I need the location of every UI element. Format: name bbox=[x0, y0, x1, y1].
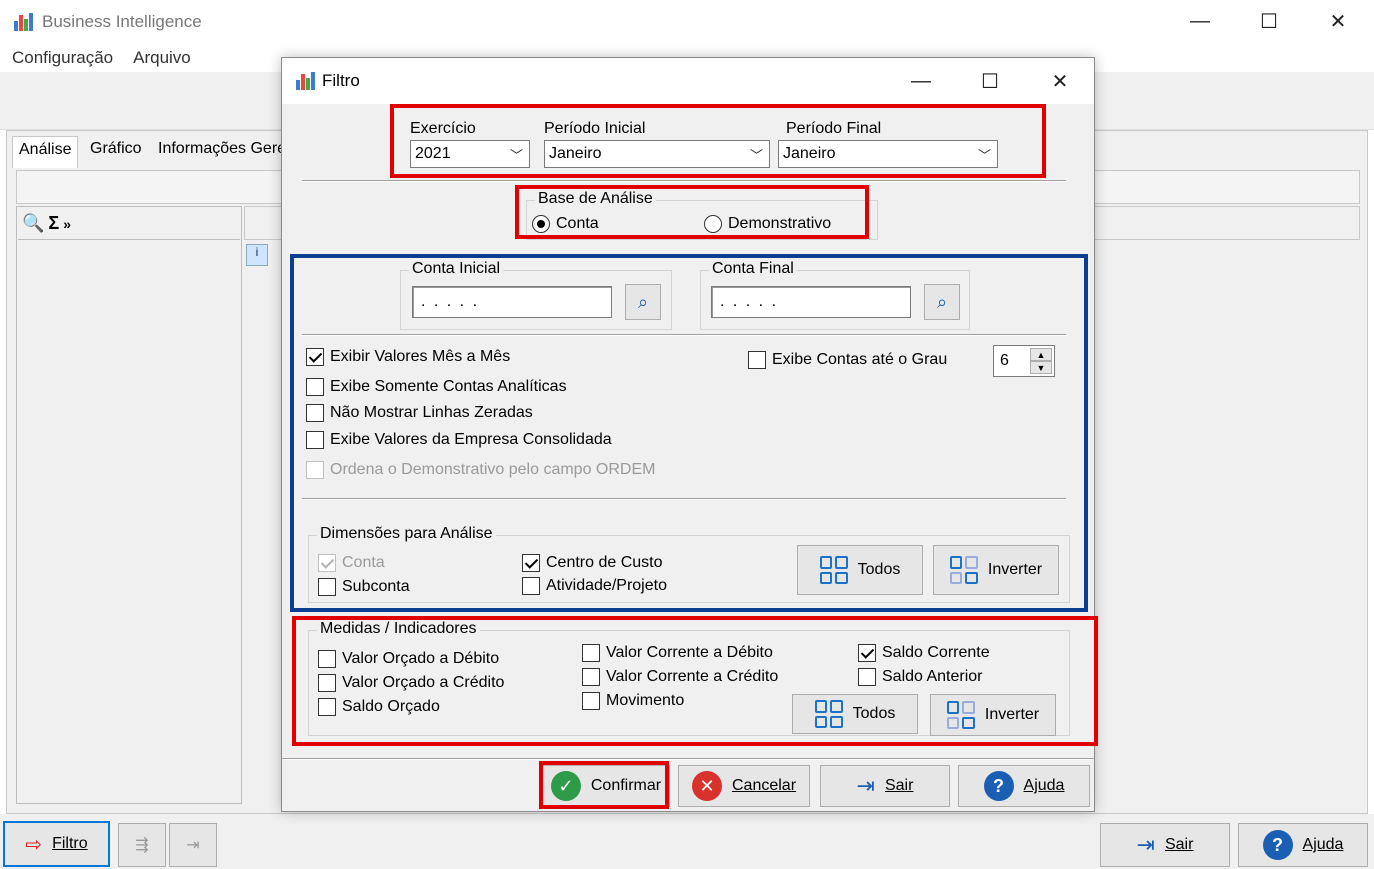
conta-final-input[interactable]: . . . . . bbox=[711, 286, 911, 318]
dimensoes-todos-button[interactable]: Todos bbox=[797, 545, 923, 595]
spin-up-icon[interactable]: ▲ bbox=[1030, 348, 1052, 361]
chk-ordena-demonstrativo: Ordena o Demonstrativo pelo campo ORDEM bbox=[306, 461, 655, 479]
divider bbox=[302, 180, 1066, 182]
select-all-icon bbox=[819, 556, 848, 584]
tab-informacoes[interactable]: Informações Gere bbox=[152, 136, 282, 166]
dialog-minimize-icon[interactable]: — bbox=[901, 66, 941, 96]
medidas-title: Medidas / Indicadores bbox=[317, 620, 480, 638]
medidas-todos-button[interactable]: Todos bbox=[792, 694, 918, 734]
chk-saldo-orcado[interactable]: Saldo Orçado bbox=[318, 698, 440, 716]
next-icon[interactable]: ⇥ bbox=[169, 823, 217, 867]
filtro-dialog: Filtro — ☐ ✕ Exercício 2021 ﹀ Período Ini… bbox=[281, 57, 1098, 812]
dialog-title: Filtro bbox=[322, 71, 360, 90]
grau-stepper[interactable]: 6 ▲ ▼ bbox=[993, 345, 1055, 377]
maximize-icon[interactable]: ☐ bbox=[1249, 6, 1289, 36]
tab-analise[interactable]: Análise bbox=[12, 136, 79, 168]
chk-dim-subconta[interactable]: Subconta bbox=[318, 578, 410, 596]
chk-saldo-anterior[interactable]: Saldo Anterior bbox=[858, 668, 983, 686]
app-title: Business Intelligence bbox=[42, 12, 202, 31]
exit-door-icon: ⇥ bbox=[856, 773, 875, 798]
chk-valor-corrente-debito[interactable]: Valor Corrente a Débito bbox=[582, 644, 773, 662]
dialog-sair-button[interactable]: ⇥ Sair bbox=[820, 765, 950, 807]
periodo-inicial-select[interactable]: Janeiro ﹀ bbox=[544, 140, 770, 168]
chk-contas-analiticas[interactable]: Exibe Somente Contas Analíticas bbox=[306, 378, 567, 396]
exercicio-label: Exercício bbox=[410, 120, 476, 137]
dialog-ajuda-button[interactable]: ? Ajuda bbox=[958, 765, 1090, 807]
dimensoes-inverter-button[interactable]: Inverter bbox=[933, 545, 1059, 595]
chevron-down-icon: ﹀ bbox=[509, 148, 523, 163]
divider bbox=[302, 334, 1066, 336]
chk-linhas-zeradas[interactable]: Não Mostrar Linhas Zeradas bbox=[306, 404, 533, 422]
search-icon: ⌕ bbox=[936, 291, 948, 312]
base-analise-title: Base de Análise bbox=[535, 190, 656, 208]
more-tools-icon[interactable]: » bbox=[63, 216, 71, 232]
main-ajuda-button[interactable]: ? Ajuda bbox=[1238, 823, 1368, 867]
chk-empresa-consolidada[interactable]: Exibe Valores da Empresa Consolidada bbox=[306, 431, 612, 449]
conta-final-label: Conta Final bbox=[709, 260, 797, 278]
menu-configuracao[interactable]: Configuração bbox=[12, 48, 113, 68]
divider bbox=[302, 498, 1066, 500]
confirmar-button[interactable]: ✓ Confirmar bbox=[542, 765, 670, 807]
cancelar-button[interactable]: ✕ Cancelar bbox=[678, 765, 810, 807]
chevron-down-icon: ﹀ bbox=[749, 148, 763, 163]
filtro-button[interactable]: ⇨ Filtro bbox=[3, 821, 110, 867]
filter-arrow-icon: ⇨ bbox=[25, 833, 43, 856]
select-all-icon bbox=[814, 700, 843, 728]
tab-grafico[interactable]: Gráfico bbox=[84, 136, 148, 166]
periodo-final-label: Período Final bbox=[786, 120, 882, 137]
periodo-final-select[interactable]: Janeiro ﹀ bbox=[778, 140, 998, 168]
help-icon: ? bbox=[1262, 830, 1293, 860]
dimensoes-title: Dimensões para Análise bbox=[317, 525, 496, 543]
dialog-close-icon[interactable]: ✕ bbox=[1040, 66, 1080, 96]
dialog-maximize-icon[interactable]: ☐ bbox=[970, 66, 1010, 96]
help-icon: ? bbox=[983, 771, 1014, 801]
exit-door-icon: ⇥ bbox=[1136, 832, 1155, 857]
dialog-titlebar: Filtro — ☐ ✕ bbox=[282, 58, 1094, 104]
minimize-icon[interactable]: — bbox=[1180, 6, 1220, 36]
app-chart-icon bbox=[12, 11, 34, 33]
divider bbox=[282, 758, 1094, 760]
chk-valores-mes-a-mes[interactable]: Exibir Valores Mês a Mês bbox=[306, 348, 510, 366]
chevron-down-icon: ﹀ bbox=[977, 148, 991, 163]
chk-valor-orcado-credito[interactable]: Valor Orçado a Crédito bbox=[318, 674, 504, 692]
search-icon: ⌕ bbox=[637, 291, 649, 312]
conta-inicial-input[interactable]: . . . . . bbox=[412, 286, 612, 318]
main-sair-button[interactable]: ⇥ Sair bbox=[1100, 823, 1230, 867]
sigma-icon[interactable]: Σ bbox=[48, 213, 59, 234]
chk-exibe-contas-grau[interactable]: Exibe Contas até o Grau bbox=[748, 351, 947, 369]
tree-toolbar: 🔍 Σ » bbox=[18, 208, 240, 240]
conta-final-search-button[interactable]: ⌕ bbox=[924, 284, 960, 320]
conta-inicial-label: Conta Inicial bbox=[409, 260, 504, 278]
zoom-tree-icon[interactable]: 🔍 bbox=[22, 213, 44, 234]
chk-valor-corrente-credito[interactable]: Valor Corrente a Crédito bbox=[582, 668, 778, 686]
dialog-chart-icon bbox=[294, 70, 316, 92]
chk-saldo-corrente[interactable]: Saldo Corrente bbox=[858, 644, 990, 662]
exercicio-select[interactable]: 2021 ﹀ bbox=[410, 140, 530, 168]
conta-inicial-search-button[interactable]: ⌕ bbox=[625, 284, 661, 320]
chk-dim-atividade[interactable]: Atividade/Projeto bbox=[522, 577, 667, 595]
invert-selection-icon bbox=[946, 701, 975, 729]
medidas-inverter-button[interactable]: Inverter bbox=[930, 694, 1056, 736]
checkmark-icon: ✓ bbox=[550, 771, 581, 801]
spin-down-icon[interactable]: ▼ bbox=[1030, 361, 1052, 374]
grid-info-icon[interactable]: i bbox=[246, 244, 268, 266]
close-icon[interactable]: ✕ bbox=[1318, 6, 1358, 36]
chk-valor-orcado-debito[interactable]: Valor Orçado a Débito bbox=[318, 650, 499, 668]
chk-dim-conta: Conta bbox=[318, 554, 385, 572]
chk-dim-centro-custo[interactable]: Centro de Custo bbox=[522, 554, 663, 572]
radio-demonstrativo[interactable]: Demonstrativo bbox=[704, 215, 831, 233]
menu-arquivo[interactable]: Arquivo bbox=[133, 48, 191, 68]
chk-movimento[interactable]: Movimento bbox=[582, 692, 684, 710]
export-icon[interactable]: ⇶ bbox=[118, 823, 166, 867]
app-titlebar: Business Intelligence bbox=[12, 8, 202, 36]
cancel-icon: ✕ bbox=[691, 771, 722, 801]
periodo-inicial-label: Período Inicial bbox=[544, 120, 646, 137]
invert-selection-icon bbox=[949, 556, 978, 584]
dimension-tree-panel bbox=[16, 206, 242, 804]
radio-conta[interactable]: Conta bbox=[532, 215, 599, 233]
